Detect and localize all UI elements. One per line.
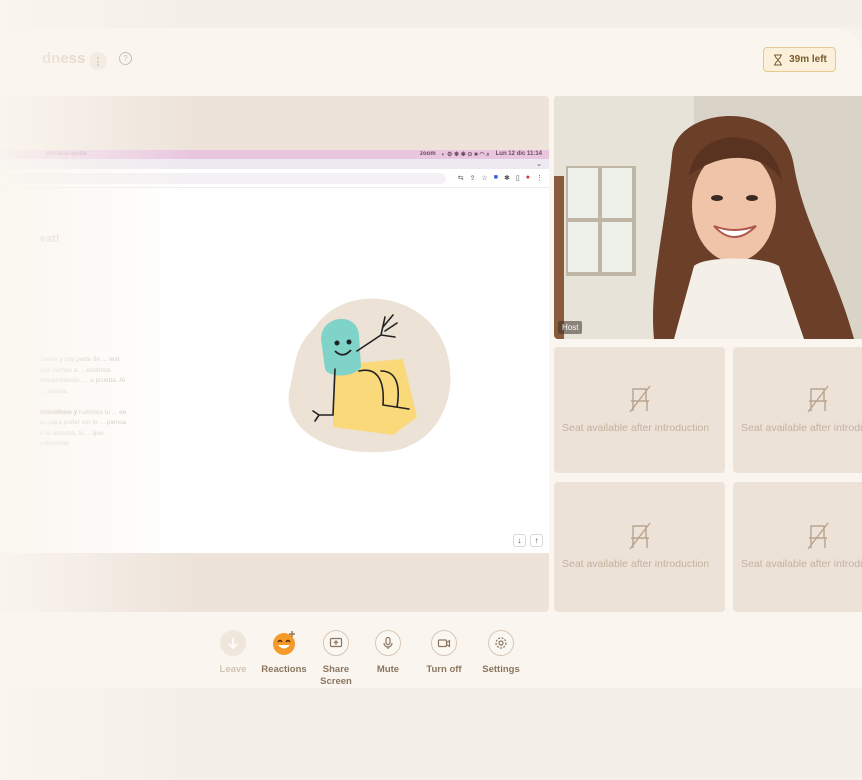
gear-icon [488, 630, 514, 656]
menubar-clock: Lun 12 dic 11:14 [495, 151, 542, 157]
shared-scroll-controls: ↓ ↑ [513, 534, 543, 547]
shared-page-headline: est! [40, 233, 60, 245]
menubar-menus: Ventana Ayuda [46, 151, 87, 157]
settings-button[interactable]: Settings [471, 630, 531, 676]
waving-character-illustration [288, 298, 451, 453]
camera-toggle-label: Turn off [426, 664, 462, 675]
profile-avatar-icon: ● [525, 174, 530, 181]
scroll-down-button: ↓ [513, 534, 526, 547]
empty-chair-icon [807, 522, 829, 550]
translate-icon: ⇆ [457, 175, 464, 182]
menubar-app: zoom [419, 151, 436, 157]
mute-label: Mute [376, 664, 400, 675]
seat-label: Seat available after introduction [741, 558, 862, 570]
extension-icon: ■ [493, 174, 499, 181]
seat-label: Seat available after introduction [562, 422, 710, 434]
help-icon[interactable]: ? [119, 52, 132, 65]
timer-text: 39m left [789, 54, 827, 65]
camera-icon [431, 630, 457, 656]
reactions-label: Reactions [261, 664, 307, 675]
shared-paragraph-bold: micrófono y [40, 408, 78, 416]
host-video-tile: Host [554, 96, 862, 339]
menubar-status-icons: ◐ ⚙ ❋ ✱ ⊙ ■ ◠ ⌕ [441, 152, 490, 158]
share-screen-icon [323, 630, 349, 656]
time-remaining-badge: 39m left [763, 47, 836, 72]
shared-page-text: Sarah y soy parte de ... test que vamos … [40, 355, 130, 450]
mute-button[interactable]: Mute [358, 630, 418, 676]
reactions-button[interactable]: Reactions [254, 630, 314, 676]
empty-seat-tile: Seat available after introduction [554, 482, 725, 612]
host-video-image [554, 96, 862, 339]
empty-chair-icon [807, 385, 829, 413]
window-top-band [0, 0, 862, 28]
empty-chair-icon [628, 522, 651, 550]
sidepanel-icon: ▯ [515, 175, 520, 182]
shared-paragraph-1: Sarah y soy parte de ... test que vamos … [40, 356, 125, 395]
share-icon: ⇪ [469, 175, 476, 182]
browser-tabstrip: ⌄ [0, 159, 549, 169]
browser-address-bar: ⇆ ⇪ ☆ ■ ✱ ▯ ● ⋮ [0, 169, 549, 188]
meeting-controls: Leave Reactions Share Screen Mute Turn o… [0, 630, 862, 688]
host-label: Host [558, 321, 583, 334]
seat-label: Seat available after introduction [562, 558, 710, 570]
header: dness ⋮ ? [0, 42, 862, 78]
page-title: dness [42, 50, 86, 67]
url-field [8, 173, 446, 184]
shared-browser-window: Ventana Ayuda zoom ◐ ⚙ ❋ ✱ ⊙ ■ ◠ ⌕ Lun 1… [0, 150, 549, 553]
emoji-icon [271, 630, 297, 656]
star-icon: ☆ [481, 175, 488, 182]
empty-seat-tile: Seat available after introduction [733, 347, 862, 473]
empty-seat-tile: Seat available after introduction [554, 347, 725, 473]
settings-label: Settings [482, 664, 520, 675]
seat-label: Seat available after introduction [741, 422, 862, 434]
chevron-down-icon: ⌄ [536, 161, 542, 168]
share-screen-label: Share Screen [320, 664, 352, 687]
window-bottom-band [0, 688, 862, 780]
arrow-down-icon [220, 630, 246, 656]
browser-extension-icons: ⇆ ⇪ ☆ ■ ✱ ▯ ● ⋮ [458, 174, 543, 182]
scroll-up-button: ↑ [530, 534, 543, 547]
hourglass-icon [774, 54, 783, 65]
camera-toggle-button[interactable]: Turn off [414, 630, 474, 676]
empty-seat-tile: Seat available after introduction [733, 482, 862, 612]
share-screen-button[interactable]: Share Screen [306, 630, 366, 688]
empty-chair-icon [628, 385, 651, 413]
menubar-status: zoom ◐ ⚙ ❋ ✱ ⊙ ■ ◠ ⌕ Lun 12 dic 11:14 [420, 151, 542, 159]
kebab-menu-icon: ⋮ [536, 175, 543, 182]
microphone-icon [375, 630, 401, 656]
puzzle-icon: ✱ [504, 175, 510, 182]
more-options-button[interactable]: ⋮ [89, 52, 107, 70]
mac-menubar: Ventana Ayuda zoom ◐ ⚙ ❋ ✱ ⊙ ■ ◠ ⌕ Lun 1… [0, 150, 549, 159]
